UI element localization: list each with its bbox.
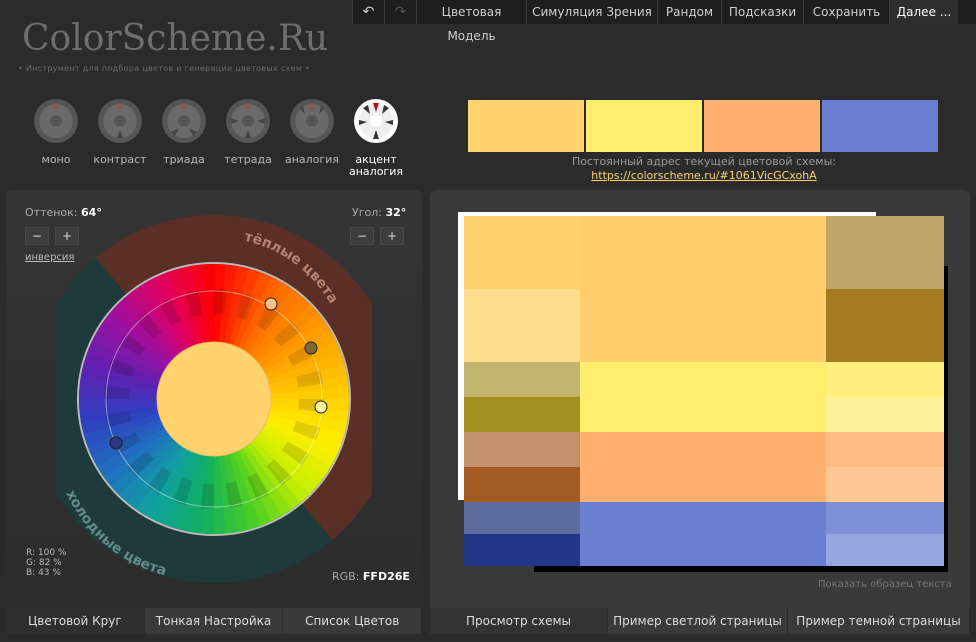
hue-minus-button[interactable]: −: [25, 227, 49, 245]
redo-button[interactable]: ↷: [384, 0, 416, 24]
scheme-mono-label: моно: [41, 153, 71, 166]
angle-value: 32°: [385, 206, 407, 219]
color-cell-sec2-lighter[interactable]: [826, 467, 944, 502]
wheel-marker-3[interactable]: [314, 400, 328, 414]
nav-hints[interactable]: Подсказки: [721, 0, 803, 24]
color-cell-comp-muted[interactable]: [464, 502, 580, 534]
palette-swatch-secondary-2[interactable]: [704, 100, 820, 152]
scheme-triad-label: триада: [163, 153, 205, 166]
palette-swatch-primary[interactable]: [468, 100, 584, 152]
scheme-analog-label: аналогия: [285, 153, 339, 166]
color-cell-sec2-light[interactable]: [826, 432, 944, 467]
nav-color-model[interactable]: Цветовая Модель: [416, 0, 526, 43]
color-cell-primary-main[interactable]: [580, 216, 826, 362]
angle-plus-button[interactable]: +: [380, 227, 404, 245]
rgb-r: R: 100 %: [26, 548, 67, 558]
palette-swatch-secondary-1[interactable]: [586, 100, 702, 152]
scheme-mono[interactable]: моно: [24, 98, 88, 178]
color-cell-comp-main[interactable]: [580, 502, 826, 566]
permalink-label: Постоянный адрес текущей цветовой схемы:: [571, 155, 836, 168]
contrast-scheme-icon: [98, 99, 142, 143]
mono-scheme-icon: [34, 99, 78, 143]
scheme-accent-analog[interactable]: акцент аналогия: [344, 98, 408, 178]
color-cell-sec1-main[interactable]: [580, 362, 826, 432]
color-cell-sec2-main[interactable]: [580, 432, 826, 502]
undo-button[interactable]: ↶: [352, 0, 384, 24]
tab-color-wheel[interactable]: Цветовой Круг: [6, 608, 145, 634]
scheme-color-grid: [464, 216, 944, 566]
left-tabs: Цветовой Круг Тонкая Настройка Список Цв…: [6, 608, 423, 634]
wheel-marker-2[interactable]: [304, 341, 318, 355]
triad-scheme-icon: [162, 99, 206, 143]
wheel-marker-1[interactable]: [264, 297, 278, 311]
color-wheel[interactable]: тёплые цвета холодные цвета: [56, 210, 372, 584]
undo-icon: ↶: [362, 4, 375, 20]
color-cell-primary-lighter[interactable]: [464, 289, 580, 362]
rgb-percent-readout: R: 100 % G: 82 % B: 43 %: [26, 548, 66, 578]
color-cell-comp-dark[interactable]: [464, 534, 580, 566]
right-tabs: Просмотр схемы Пример светлой страницы П…: [430, 608, 970, 634]
permalink: Постоянный адрес текущей цветовой схемы:…: [468, 155, 940, 183]
color-cell-comp-lighter[interactable]: [826, 534, 944, 566]
scheme-contrast-label: контраст: [93, 153, 147, 166]
nav-more[interactable]: Далее ...: [889, 0, 958, 24]
scheme-accent-analog-label: акцент аналогия: [349, 153, 403, 178]
top-nav: ↶ ↷ Цветовая Модель Симуляция Зрения Ран…: [352, 0, 976, 43]
color-cell-sec1-light[interactable]: [826, 362, 944, 397]
wheel-center-swatch: [156, 341, 272, 457]
scheme-tetrad-label: тетрада: [224, 153, 272, 166]
tagline: • Инструмент для подбора цветов и генера…: [18, 64, 311, 73]
show-text-sample-link[interactable]: Показать образец текста: [818, 579, 952, 590]
rgb-hex-readout: RGB: FFD26E: [332, 570, 410, 583]
analog-scheme-icon: [290, 99, 334, 143]
redo-icon: ↷: [394, 4, 407, 20]
palette-swatch-complement[interactable]: [822, 100, 938, 152]
scheme-analog[interactable]: аналогия: [280, 98, 344, 178]
tetrad-scheme-icon: [226, 99, 270, 143]
tab-fine-tuning[interactable]: Тонкая Настройка: [144, 608, 284, 634]
color-cell-primary-light[interactable]: [464, 216, 580, 289]
rgb-hex-label: RGB:: [332, 570, 360, 583]
scheme-contrast[interactable]: контраст: [88, 98, 152, 178]
color-cell-sec1-dark[interactable]: [464, 397, 580, 432]
nav-random[interactable]: Рандом: [657, 0, 721, 24]
tab-dark-page-example[interactable]: Пример темной страницы: [788, 608, 970, 634]
tab-light-page-example[interactable]: Пример светлой страницы: [608, 608, 788, 634]
rgb-g: G: 82 %: [26, 558, 62, 568]
color-cell-comp-light[interactable]: [826, 502, 944, 534]
scheme-tetrad[interactable]: тетрада: [216, 98, 280, 178]
rgb-hex-value: FFD26E: [362, 570, 410, 583]
color-cell-primary-muted[interactable]: [826, 216, 944, 289]
tab-scheme-preview[interactable]: Просмотр схемы: [430, 608, 608, 634]
permalink-url[interactable]: https://colorscheme.ru/#1061VicGCxohA: [468, 169, 940, 183]
scheme-type-selector: моно контраст триада тетрада аналогия ак…: [24, 98, 408, 178]
color-cell-sec1-lighter[interactable]: [826, 397, 944, 432]
wheel-marker-4[interactable]: [109, 436, 123, 450]
site-logo[interactable]: ColorScheme.Ru: [22, 18, 328, 59]
tab-color-list[interactable]: Список Цветов: [283, 608, 423, 634]
color-cell-sec2-muted[interactable]: [464, 432, 580, 467]
rgb-b: B: 43 %: [26, 568, 61, 578]
scheme-palette: [468, 100, 940, 152]
scheme-triad[interactable]: триада: [152, 98, 216, 178]
nav-vision-simulation[interactable]: Симуляция Зрения: [526, 0, 657, 24]
color-cell-sec2-dark[interactable]: [464, 467, 580, 502]
color-cell-sec1-muted[interactable]: [464, 362, 580, 397]
accent-analog-scheme-icon: [354, 99, 398, 143]
color-cell-primary-dark[interactable]: [826, 289, 944, 362]
nav-save[interactable]: Сохранить: [803, 0, 889, 24]
